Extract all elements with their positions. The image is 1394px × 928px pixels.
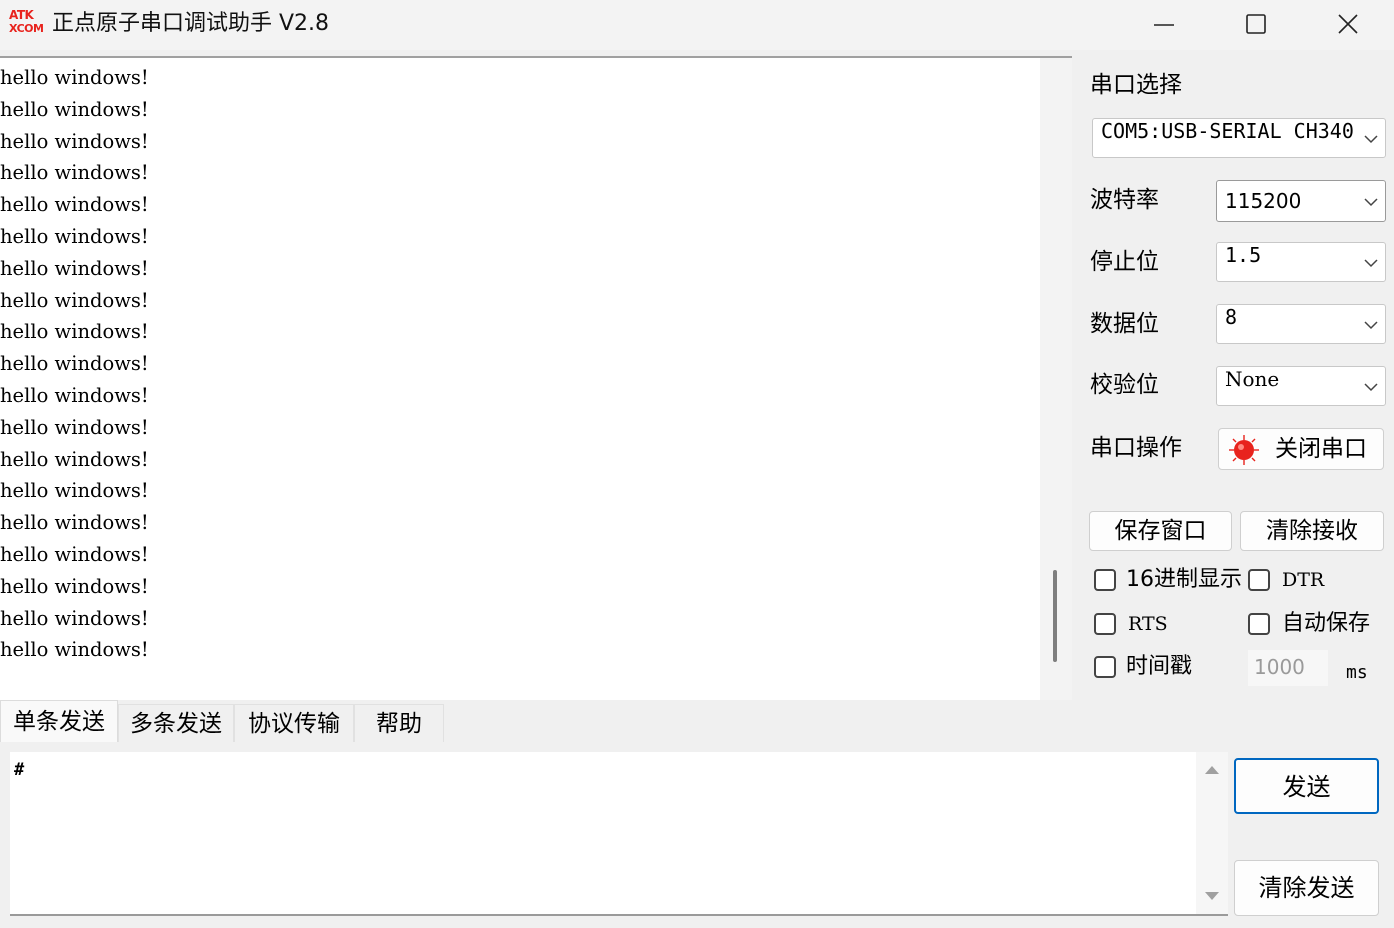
port-select-value: COM5:USB-SERIAL CH340 — [1101, 119, 1354, 143]
interval-input[interactable]: 1000 — [1248, 650, 1328, 686]
minimize-button[interactable] — [1118, 0, 1210, 50]
send-tabs: 单条发送 多条发送 协议传输 帮助 — [0, 700, 1394, 742]
send-scrollbar[interactable] — [1196, 752, 1228, 914]
port-select[interactable]: COM5:USB-SERIAL CH340 — [1092, 118, 1386, 158]
send-input-text: # — [14, 760, 25, 780]
port-select-label: 串口选择 — [1090, 72, 1182, 98]
logo-text-top: ATK — [9, 8, 34, 22]
timestamp-label: 时间戳 — [1126, 654, 1193, 679]
hex-display-checkbox[interactable] — [1094, 569, 1116, 591]
rts-label: RTS — [1128, 613, 1168, 635]
tab-protocol-transfer[interactable]: 协议传输 — [234, 704, 354, 742]
send-button[interactable]: 发送 — [1234, 758, 1379, 814]
stop-bits-label: 停止位 — [1090, 249, 1159, 275]
receive-area[interactable]: hello windows! hello windows! hello wind… — [0, 56, 1072, 700]
minimize-icon — [1154, 24, 1174, 26]
dtr-label: DTR — [1282, 569, 1325, 591]
app-logo-icon: ATK XCOM — [9, 8, 44, 40]
title-bar: ATK XCOM 正点原子串口调试助手 V2.8 — [0, 0, 1394, 50]
close-icon — [1338, 14, 1358, 34]
hex-display-label: 16进制显示 — [1126, 567, 1242, 592]
data-bits-select[interactable]: 8 — [1216, 304, 1386, 344]
chevron-down-icon — [1363, 255, 1379, 271]
close-window-button[interactable] — [1302, 0, 1394, 50]
rts-checkbox[interactable] — [1094, 613, 1116, 635]
interval-unit: ms — [1346, 662, 1368, 683]
tab-multi-send[interactable]: 多条发送 — [118, 704, 234, 742]
baud-rate-value: 115200 — [1225, 189, 1302, 213]
maximize-button[interactable] — [1210, 0, 1302, 50]
window-title: 正点原子串口调试助手 V2.8 — [52, 11, 330, 36]
dtr-checkbox[interactable] — [1248, 569, 1270, 591]
baud-rate-select[interactable]: 115200 — [1216, 180, 1386, 222]
maximize-icon — [1246, 14, 1266, 34]
port-operation-label: 串口操作 — [1090, 435, 1182, 461]
tab-help[interactable]: 帮助 — [354, 704, 444, 742]
chevron-down-icon — [1363, 131, 1379, 147]
data-bits-label: 数据位 — [1090, 311, 1159, 337]
settings-panel: 串口选择 COM5:USB-SERIAL CH340 波特率 115200 停止… — [1076, 56, 1394, 700]
port-status-icon — [1229, 435, 1259, 465]
logo-text-bottom: XCOM — [9, 22, 44, 35]
data-bits-value: 8 — [1225, 305, 1238, 329]
scroll-down-icon[interactable] — [1204, 890, 1220, 902]
auto-save-checkbox[interactable] — [1248, 613, 1270, 635]
chevron-down-icon — [1363, 194, 1379, 210]
chevron-down-icon — [1363, 317, 1379, 333]
clear-send-button[interactable]: 清除发送 — [1234, 860, 1379, 916]
auto-save-label: 自动保存 — [1282, 611, 1371, 636]
stop-bits-value: 1.5 — [1225, 243, 1262, 267]
send-input[interactable]: # — [10, 752, 1228, 916]
close-port-label: 关闭串口 — [1275, 436, 1367, 462]
clear-receive-button[interactable]: 清除接收 — [1240, 511, 1384, 551]
stop-bits-select[interactable]: 1.5 — [1216, 242, 1386, 282]
parity-label: 校验位 — [1090, 372, 1159, 398]
tab-single-send[interactable]: 单条发送 — [0, 700, 118, 742]
chevron-down-icon — [1363, 379, 1379, 395]
parity-select[interactable]: None — [1216, 366, 1386, 406]
scroll-up-icon[interactable] — [1204, 764, 1220, 776]
receive-text: hello windows! hello windows! hello wind… — [0, 66, 149, 662]
close-port-button[interactable]: 关闭串口 — [1218, 428, 1384, 470]
receive-scrollbar-thumb[interactable] — [1053, 570, 1057, 662]
baud-rate-label: 波特率 — [1090, 187, 1159, 213]
timestamp-checkbox[interactable] — [1094, 656, 1116, 678]
save-window-button[interactable]: 保存窗口 — [1089, 511, 1232, 551]
parity-value: None — [1225, 367, 1280, 391]
